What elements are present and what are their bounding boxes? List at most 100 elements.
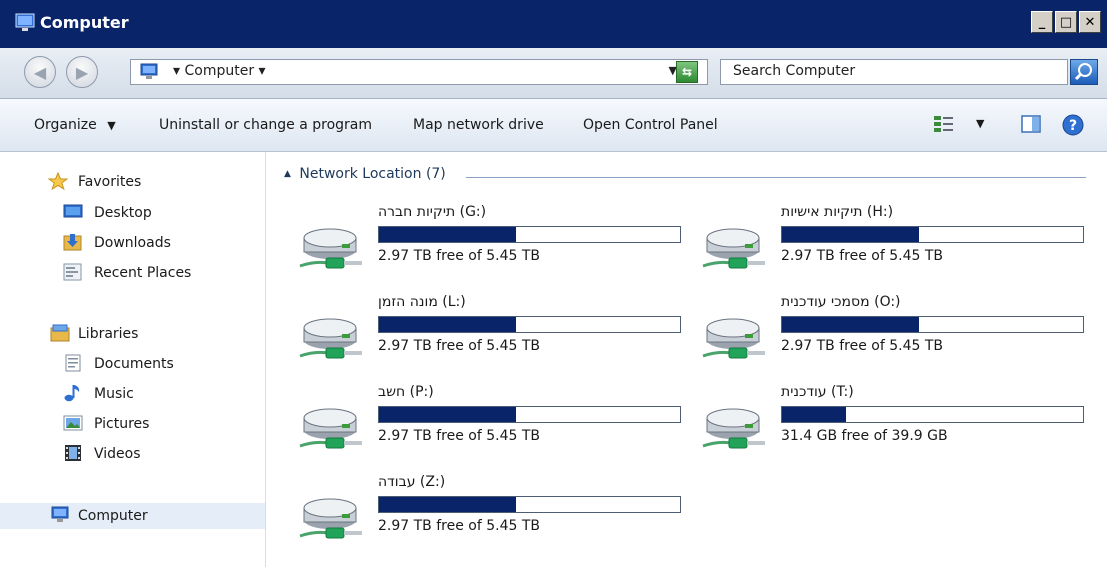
- sidebar-item-downloads[interactable]: Downloads: [0, 230, 265, 256]
- sidebar-item-label: Downloads: [94, 235, 171, 251]
- network-drive-icon: [702, 408, 765, 449]
- map-network-drive-button[interactable]: Map network drive: [413, 117, 544, 133]
- drive-tile[interactable]: תיקיות חברה (G:) 2.97 TB free of 5.45 TB: [298, 204, 688, 276]
- drive-free-space: 2.97 TB free of 5.45 TB: [378, 518, 541, 534]
- drive-usage-fill: [782, 227, 919, 242]
- minimize-button[interactable]: _: [1031, 11, 1053, 33]
- title-bar: Computer _ □ ✕: [0, 0, 1107, 48]
- network-drive-icon: [702, 228, 765, 269]
- drive-free-space: 2.97 TB free of 5.45 TB: [781, 248, 944, 264]
- sidebar-item-music[interactable]: Music: [0, 381, 265, 407]
- drive-usage-bar: [781, 316, 1084, 333]
- drive-tile[interactable]: מסמכי עודכנית (O:) 2.97 TB free of 5.45 …: [701, 294, 1091, 366]
- drive-free-space: 31.4 GB free of 39.9 GB: [781, 428, 948, 444]
- drive-usage-fill: [379, 227, 516, 242]
- group-header-network-location[interactable]: ▲ Network Location (7): [284, 166, 446, 182]
- downloads-icon: [63, 234, 82, 251]
- drive-usage-bar: [378, 496, 681, 513]
- drive-usage-bar: [781, 226, 1084, 243]
- sidebar-item-desktop[interactable]: Desktop: [0, 200, 265, 226]
- drive-usage-fill: [379, 407, 516, 422]
- sidebar-item-pictures[interactable]: Pictures: [0, 411, 265, 437]
- group-divider: [466, 177, 1086, 178]
- network-drive-icon: [299, 228, 362, 269]
- sidebar-item-label: Pictures: [94, 416, 150, 432]
- uninstall-program-button[interactable]: Uninstall or change a program: [159, 117, 372, 133]
- breadcrumb-arrow[interactable]: ▾: [173, 63, 180, 79]
- sidebar-item-label: Computer: [78, 508, 148, 524]
- view-dropdown-icon[interactable]: ▼: [976, 117, 984, 130]
- refresh-button[interactable]: ⇆: [676, 61, 698, 83]
- maximize-button[interactable]: □: [1055, 11, 1077, 33]
- drive-usage-fill: [379, 317, 516, 332]
- computer-icon: [51, 506, 69, 522]
- sidebar-item-libraries[interactable]: Libraries: [0, 321, 265, 347]
- sidebar-item-label: Desktop: [94, 205, 152, 221]
- command-bar: Organize ▼ Uninstall or change a program…: [0, 99, 1107, 152]
- drive-free-space: 2.97 TB free of 5.45 TB: [378, 428, 541, 444]
- close-button[interactable]: ✕: [1079, 11, 1101, 33]
- search-button[interactable]: [1070, 59, 1098, 85]
- organize-dropdown-icon[interactable]: ▼: [107, 119, 115, 132]
- back-arrow-icon: ◀: [33, 62, 47, 82]
- drive-tile[interactable]: עבודה (Z:) 2.97 TB free of 5.45 TB: [298, 474, 688, 546]
- drive-name: מונה הזמן (L:): [378, 294, 466, 310]
- sidebar-item-label: Music: [94, 386, 134, 402]
- file-list-pane: ▲ Network Location (7) תיקיות חברה (G:) …: [266, 152, 1107, 567]
- star-icon: [48, 172, 68, 190]
- search-input[interactable]: Search Computer: [720, 59, 1068, 85]
- video-icon: [65, 445, 81, 461]
- sidebar-item-label: Documents: [94, 356, 174, 372]
- pictures-icon: [63, 415, 83, 431]
- sidebar-item-label: Recent Places: [94, 265, 192, 281]
- forward-button[interactable]: ▶: [66, 56, 98, 88]
- collapse-arrow-icon[interactable]: ▲: [284, 169, 291, 179]
- group-label: Network Location (7): [299, 166, 446, 182]
- computer-icon: [15, 13, 35, 31]
- address-row: ◀ ▶ ▾ Computer ▾ ▼ ⇆ Search Computer: [0, 48, 1107, 99]
- drive-usage-fill: [379, 497, 516, 512]
- window-title: Computer: [40, 13, 129, 32]
- drive-tile[interactable]: עודכנית (T:) 31.4 GB free of 39.9 GB: [701, 384, 1091, 456]
- sidebar-item-label: Favorites: [78, 174, 142, 190]
- search-icon: [1074, 63, 1092, 81]
- recent-places-icon: [63, 263, 82, 281]
- sidebar-item-label: Libraries: [78, 326, 139, 342]
- refresh-icon: ⇆: [681, 65, 693, 79]
- open-control-panel-button[interactable]: Open Control Panel: [583, 117, 718, 133]
- breadcrumb-dropdown-icon[interactable]: ▾: [259, 63, 266, 79]
- drive-name: עודכנית (T:): [781, 384, 854, 400]
- desktop-icon: [63, 204, 83, 218]
- breadcrumb[interactable]: ▾ Computer ▾: [173, 63, 266, 79]
- address-bar[interactable]: ▾ Computer ▾ ▼: [130, 59, 708, 85]
- drive-usage-fill: [782, 407, 847, 422]
- sidebar-item-recent-places[interactable]: Recent Places: [0, 260, 265, 286]
- sidebar-item-videos[interactable]: Videos: [0, 441, 265, 467]
- drive-name: תיקיות אישיות (H:): [781, 204, 894, 220]
- breadcrumb-computer[interactable]: Computer: [184, 63, 254, 79]
- drive-tile[interactable]: תיקיות אישיות (H:) 2.97 TB free of 5.45 …: [701, 204, 1091, 276]
- sidebar-item-computer[interactable]: Computer: [0, 503, 265, 529]
- music-icon: [64, 385, 80, 402]
- libraries-icon: [50, 324, 70, 342]
- organize-menu[interactable]: Organize ▼: [34, 117, 116, 133]
- drive-free-space: 2.97 TB free of 5.45 TB: [378, 248, 541, 264]
- sidebar-item-favorites[interactable]: Favorites: [0, 169, 265, 195]
- back-button[interactable]: ◀: [24, 56, 56, 88]
- drive-tile[interactable]: חשב (P:) 2.97 TB free of 5.45 TB: [298, 384, 688, 456]
- network-drive-icon: [299, 408, 362, 449]
- sidebar-item-documents[interactable]: Documents: [0, 351, 265, 377]
- drive-tile[interactable]: מונה הזמן (L:) 2.97 TB free of 5.45 TB: [298, 294, 688, 366]
- change-view-icon[interactable]: [932, 113, 956, 135]
- drive-free-space: 2.97 TB free of 5.45 TB: [378, 338, 541, 354]
- drive-name: חשב (P:): [378, 384, 434, 400]
- network-drive-icon: [702, 318, 765, 359]
- forward-arrow-icon: ▶: [75, 62, 89, 82]
- window-controls: _ □ ✕: [1031, 11, 1101, 33]
- navigation-pane: Favorites Desktop Downloads Recent Place…: [0, 152, 266, 567]
- help-icon[interactable]: ?: [1061, 113, 1085, 137]
- preview-pane-icon[interactable]: [1020, 113, 1042, 135]
- computer-icon: [140, 63, 158, 79]
- svg-text:?: ?: [1069, 118, 1077, 134]
- organize-label[interactable]: Organize: [34, 117, 97, 133]
